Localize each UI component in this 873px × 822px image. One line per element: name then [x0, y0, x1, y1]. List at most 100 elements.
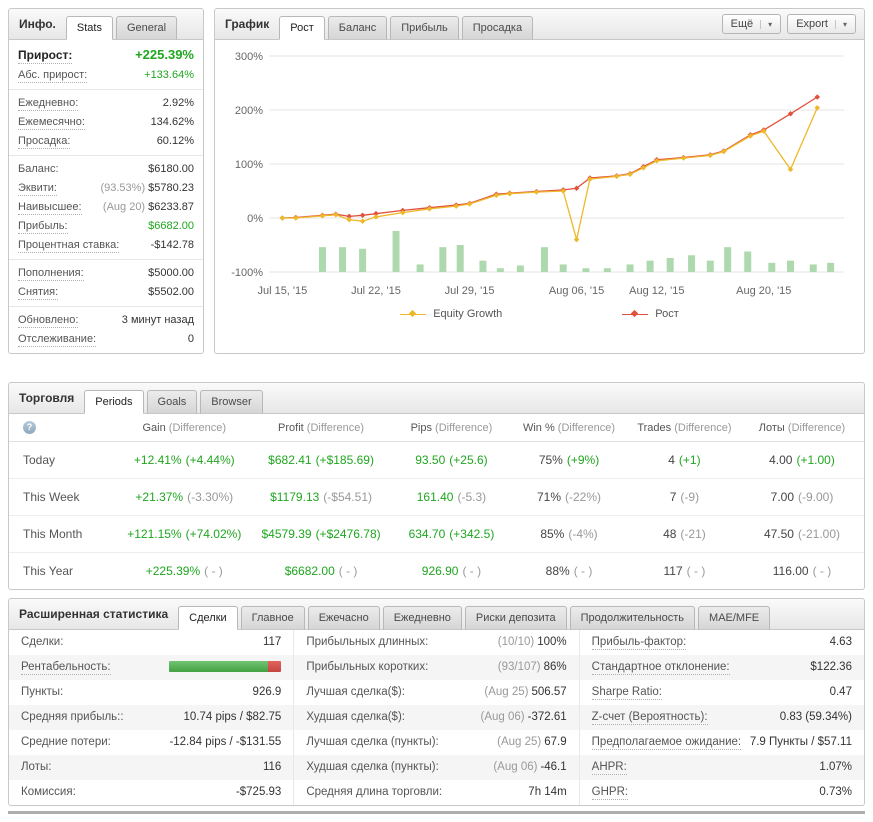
stat-row: Средняя прибыль:: 10.74 pips / $82.75: [9, 705, 294, 730]
stat-label: GHPR:: [591, 786, 629, 800]
volume-bar: [339, 247, 347, 272]
period-label: This Month: [9, 515, 121, 553]
info-value: 3 минут назад: [121, 314, 194, 326]
stat-label: Средняя длина торговли:: [306, 786, 443, 798]
column-header: Profit (Difference): [248, 414, 394, 442]
help-icon[interactable]: ?: [23, 421, 36, 434]
info-row: Просадка: 60.12%: [18, 132, 194, 151]
export-button[interactable]: Export ▾: [787, 14, 856, 34]
chart-panel-title: График: [225, 17, 270, 31]
stats-tab-main[interactable]: Главное: [240, 606, 305, 630]
stats-tab-hourly[interactable]: Ежечасно: [307, 606, 380, 630]
stats-column: Прибыльных длинных: (10/10) 100% Прибыльных…: [293, 630, 579, 805]
period-row: This Month +121.15% (+74.02%) $4579.39 (+$24…: [9, 515, 864, 553]
info-section: Баланс: $6180.00 Эквити: (93.53%) $5780.23 На…: [9, 156, 203, 260]
stat-label: AHPR:: [591, 761, 627, 775]
stat-label: Лоты:: [21, 761, 52, 773]
chart-tab-balance[interactable]: Баланс: [327, 16, 388, 40]
stat-value: (10/10) 100%: [497, 636, 567, 648]
metric-cell: 93.50 (+25.6): [393, 441, 510, 479]
series-marker: [333, 211, 339, 218]
stat-row: Z-счет (Вероятность): 0.83 (59.34%): [579, 705, 864, 730]
stat-value: 4.63: [829, 636, 852, 648]
series-marker: [573, 236, 580, 243]
info-value: 0: [187, 333, 194, 345]
volume-bar: [706, 260, 714, 272]
stat-value-prefix: (93/107): [497, 661, 541, 673]
volume-bar: [540, 247, 548, 272]
stat-row: Средние потери: -12.84 pips / -$131.55: [9, 730, 293, 755]
stats-tab-deposit-risks[interactable]: Риски депозита: [464, 606, 567, 630]
metric-cell: $1179.13 (-$54.51): [248, 478, 394, 516]
chart-header-buttons: Ещё ▾ Export ▾: [721, 14, 856, 34]
more-button-label: Ещё: [730, 18, 754, 30]
stats-column: Прибыль-фактор: 4.63 Стандартное отклонени…: [578, 630, 864, 805]
trading-tab-goals[interactable]: Goals: [146, 390, 198, 414]
stat-value: 10.74 pips / $82.75: [183, 711, 282, 723]
stat-value-prefix: (10/10): [497, 636, 535, 648]
period-row: This Week +21.37% (-3.30%) $1179.13 (-$54.51…: [9, 478, 864, 516]
volume-bar: [392, 230, 400, 272]
stat-row: Стандартное отклонение: $122.36: [579, 655, 864, 680]
stat-label: Средняя прибыль::: [21, 711, 124, 723]
info-label: Обновлено:: [18, 314, 79, 328]
volume-bar: [582, 268, 590, 272]
trading-tab-browser[interactable]: Browser: [200, 390, 263, 414]
stats-tab-duration[interactable]: Продолжительность: [569, 606, 696, 630]
legend-label: Рост: [655, 308, 679, 320]
profitability-bar-loss: [267, 661, 282, 673]
stat-row: AHPR: 1.07%: [579, 755, 864, 780]
chart-tab-growth[interactable]: Рост: [279, 16, 325, 40]
legend-item[interactable]: Рост: [622, 308, 679, 320]
volume-bar: [603, 268, 611, 272]
series-marker: [533, 189, 540, 195]
x-tick-label: Aug 20, '15: [736, 285, 791, 297]
trading-tab-periods[interactable]: Periods: [84, 390, 144, 414]
y-tick-label: -100%: [231, 267, 263, 279]
y-tick-label: 0%: [247, 213, 263, 225]
info-row: Эквити: (93.53%) $5780.23: [18, 179, 194, 198]
metric-cell: +12.41% (+4.44%): [120, 441, 249, 479]
y-tick-label: 100%: [235, 159, 263, 171]
metric-cell: 47.50 (-21.00): [739, 515, 864, 553]
stat-label: Предполагаемое ожидание:: [591, 736, 742, 750]
stats-tab-daily[interactable]: Ежедневно: [382, 606, 462, 630]
stat-row: Худшая сделка($): (Aug 06) -372.61: [294, 705, 579, 730]
info-panel-title: Инфо.: [19, 17, 56, 31]
stat-label: Худшая сделка (пункты):: [306, 761, 439, 773]
info-section: Пополнения: $5000.00 Снятия: $5502.00: [9, 260, 203, 307]
stat-value: $122.36: [810, 661, 852, 673]
metric-cell: 88%( - ): [545, 564, 593, 578]
volume-bar: [516, 265, 524, 272]
chart-tab-profit[interactable]: Прибыль: [390, 16, 459, 40]
more-button[interactable]: Ещё ▾: [721, 14, 782, 34]
info-label: Отслеживание:: [18, 333, 97, 347]
legend-item[interactable]: Equity Growth: [400, 308, 502, 320]
chart-tab-drawdown[interactable]: Просадка: [461, 16, 534, 40]
x-tick-label: Jul 15, '15: [257, 285, 307, 297]
info-tab-general[interactable]: General: [115, 16, 178, 40]
metric-cell: $4579.39 (+$2476.78): [248, 515, 394, 553]
info-tab-stats[interactable]: Stats: [65, 16, 113, 40]
stat-row: Лучшая сделка($): (Aug 25) 506.57: [294, 680, 578, 705]
info-label: Баланс:: [18, 163, 59, 175]
metric-cell: 4.00 (+1.00): [739, 441, 864, 479]
info-label: Эквити:: [18, 182, 57, 196]
period-label: This Week: [9, 478, 121, 516]
info-label: Просадка:: [18, 135, 71, 149]
stat-value: 7.9 Пункты / $57.11: [749, 736, 852, 748]
info-row: Пополнения: $5000.00: [18, 264, 194, 283]
volume-bar: [744, 251, 752, 272]
column-header: Pips (Difference): [393, 414, 510, 442]
stats-tab-mae-mfe[interactable]: MAE/MFE: [698, 606, 771, 630]
info-value: $6180.00: [148, 163, 194, 175]
metric-cell: 75% (+9%): [509, 441, 629, 479]
metric-cell: 85% (-4%): [509, 515, 629, 553]
column-header: Лоты (Difference): [739, 414, 864, 442]
stats-tab-trades[interactable]: Сделки: [178, 606, 238, 630]
info-label: Абс. прирост:: [18, 69, 88, 83]
stat-value: -$725.93: [235, 786, 282, 798]
stat-row: Лучшая сделка (пункты): (Aug 25) 67.9: [294, 730, 578, 755]
stat-row: Худшая сделка (пункты): (Aug 06) -46.1: [294, 755, 579, 780]
volume-bar: [359, 248, 367, 272]
